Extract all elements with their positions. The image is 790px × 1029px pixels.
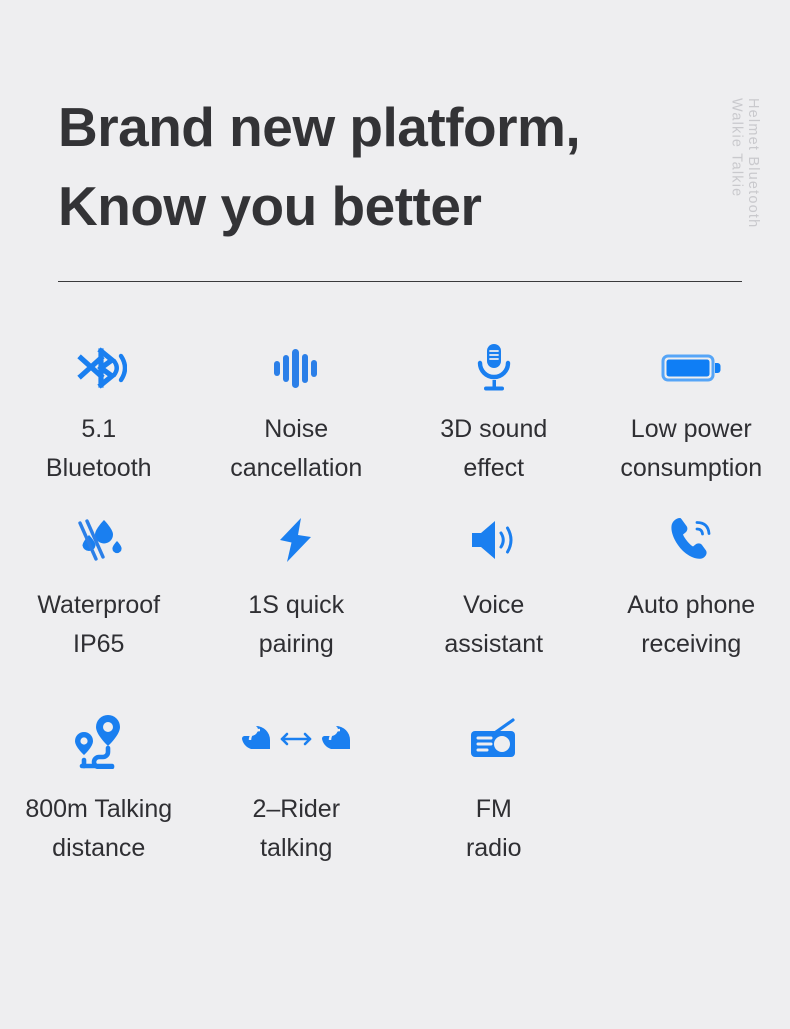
product-feature-page: Brand new platform, Know you better Walk… xyxy=(0,0,790,1029)
feature-item-two-rider-talking: 2–Rider talking xyxy=(198,710,396,868)
feature-item-voice-assistant: Voice assistant xyxy=(395,510,593,664)
feature-label: Waterproof IP65 xyxy=(37,591,161,658)
lightning-bolt-icon xyxy=(274,510,318,570)
feature-item-quick-pairing: 1S quick pairing xyxy=(198,510,396,664)
bluetooth-icon xyxy=(71,340,127,396)
feature-item-bluetooth: 5.1 Bluetooth xyxy=(0,340,198,488)
fm-radio-icon xyxy=(468,710,520,772)
feature-label: 5.1 Bluetooth xyxy=(45,415,152,482)
feature-row: 800m Talking distance 2–Rider talking FM… xyxy=(0,710,790,910)
feature-item-low-power: Low power consumption xyxy=(593,340,790,488)
feature-row: 5.1 Bluetooth Noise cancellation 3D soun… xyxy=(0,340,790,510)
feature-item-fm-radio: FM radio xyxy=(395,710,593,868)
feature-label: Auto phone receiving xyxy=(627,591,756,658)
header-divider xyxy=(58,281,742,282)
two-helmets-talking-icon xyxy=(242,710,351,772)
feature-label: 800m Talking distance xyxy=(25,795,173,862)
feature-item-auto-phone: Auto phone receiving xyxy=(593,510,790,664)
vertical-side-label: Walkie Talkie Helmet Bluetooth xyxy=(728,98,762,248)
feature-label: 2–Rider talking xyxy=(252,795,341,862)
feature-label: 1S quick pairing xyxy=(248,591,345,658)
feature-item-waterproof: Waterproof IP65 xyxy=(0,510,198,664)
speaker-volume-icon xyxy=(468,510,520,570)
side-label-line-1: Helmet Bluetooth xyxy=(745,98,761,229)
feature-item-talking-distance: 800m Talking distance xyxy=(0,710,198,868)
feature-item-noise-cancellation: Noise cancellation xyxy=(198,340,396,488)
headline-line-1: Brand new platform, xyxy=(58,96,581,158)
feature-label: Noise cancellation xyxy=(230,415,363,482)
phone-call-icon xyxy=(666,510,716,570)
side-label-line-2: Walkie Talkie xyxy=(728,98,745,198)
header-section: Brand new platform, Know you better Walk… xyxy=(0,0,790,300)
sound-wave-bars-icon xyxy=(270,340,322,396)
feature-label: Low power consumption xyxy=(620,415,763,482)
battery-full-icon xyxy=(661,340,721,396)
microphone-icon xyxy=(471,340,517,396)
feature-label: Voice assistant xyxy=(444,591,544,658)
feature-item-3d-sound: 3D sound effect xyxy=(395,340,593,488)
feature-row: Waterproof IP65 1S quick pairing Voice a… xyxy=(0,510,790,710)
waterproof-icon xyxy=(71,510,127,570)
page-title: Brand new platform, Know you better xyxy=(58,88,678,246)
route-map-pins-icon xyxy=(68,710,130,772)
feature-label: 3D sound effect xyxy=(440,415,548,482)
feature-label: FM radio xyxy=(465,795,522,862)
headline-line-2: Know you better xyxy=(58,175,482,237)
feature-grid: 5.1 Bluetooth Noise cancellation 3D soun… xyxy=(0,340,790,910)
